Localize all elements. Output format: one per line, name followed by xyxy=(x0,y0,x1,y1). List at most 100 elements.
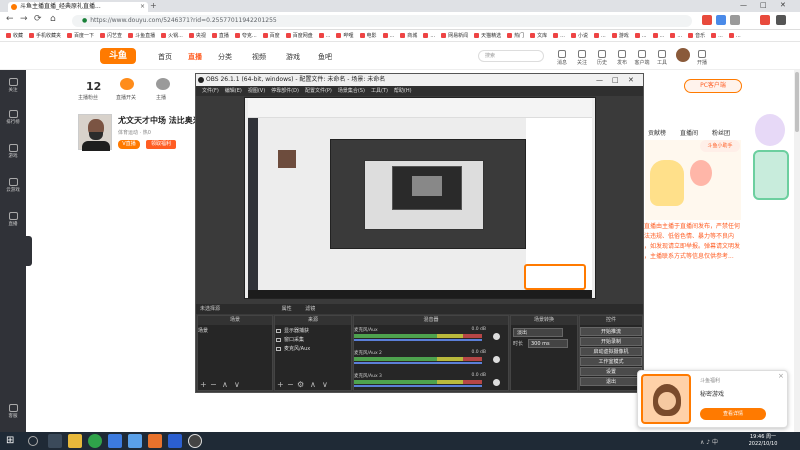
bookmark-item[interactable]: 夸克... xyxy=(234,30,257,41)
bookmark-item[interactable]: 火锅... xyxy=(161,30,183,41)
app-icon[interactable] xyxy=(128,434,142,448)
bookmark-item[interactable]: ... xyxy=(423,30,435,41)
bookmark-item[interactable]: 哔哩 xyxy=(336,30,354,41)
obs-taskbar-icon[interactable] xyxy=(188,434,202,448)
live-switch-icon[interactable] xyxy=(120,78,134,90)
menu-icon[interactable] xyxy=(776,15,786,25)
source-display-capture[interactable]: 显示器捕获 xyxy=(276,327,309,334)
source-window-capture[interactable]: 窗口采集 xyxy=(276,336,304,343)
search-icon[interactable] xyxy=(28,436,38,446)
nav-home[interactable]: 首页 xyxy=(158,52,172,62)
bookmark-item[interactable]: 网易新闻 xyxy=(441,30,468,41)
douyu-logo[interactable]: 斗鱼 xyxy=(100,48,136,64)
nav-live[interactable]: 直播 xyxy=(188,52,202,62)
user-avatar[interactable] xyxy=(676,48,690,62)
extension-icon[interactable] xyxy=(702,15,712,25)
duration-input[interactable]: 300 ms xyxy=(528,339,568,348)
nav-yuba[interactable]: 鱼吧 xyxy=(318,52,332,62)
obs-menu-item[interactable]: 帮助(H) xyxy=(394,88,412,94)
bookmark-item[interactable]: ... xyxy=(652,30,664,41)
bookmark-item[interactable]: 商城 xyxy=(400,30,417,41)
close-window-button[interactable]: ✕ xyxy=(780,1,786,9)
bookmark-item[interactable]: 直播 xyxy=(211,30,229,41)
bookmark-item[interactable]: ... xyxy=(634,30,647,41)
header-live-icon[interactable]: 开播 xyxy=(694,50,710,66)
bookmark-item[interactable]: ... xyxy=(318,30,330,41)
transition-select[interactable]: 淡出 xyxy=(513,328,563,337)
app-icon[interactable] xyxy=(168,434,182,448)
bookmark-item[interactable]: 文库 xyxy=(530,30,547,41)
sidebar-item-follow[interactable]: 关注 xyxy=(0,78,26,93)
bookmark-item[interactable]: 斗鱼直播 xyxy=(128,30,155,41)
minimize-button[interactable]: — xyxy=(740,1,747,9)
promo-card[interactable] xyxy=(753,150,789,200)
obs-menu-item[interactable]: 场景集合(S) xyxy=(338,88,365,94)
obs-menu-item[interactable]: 工具(T) xyxy=(371,88,388,94)
back-icon[interactable]: ← xyxy=(6,14,14,24)
sidebar-collapse-handle[interactable] xyxy=(26,236,32,266)
tab-close-icon[interactable]: × xyxy=(140,2,145,12)
nav-video[interactable]: 视频 xyxy=(252,52,266,62)
bookmark-item[interactable]: 游戏 xyxy=(611,30,629,41)
tab-contribution[interactable]: 贡献榜 xyxy=(648,128,666,137)
gear-icon[interactable] xyxy=(493,379,500,386)
obs-minimize-button[interactable]: — xyxy=(596,76,603,84)
notification-image[interactable] xyxy=(641,374,691,424)
header-tools-icon[interactable]: 工具 xyxy=(654,50,670,66)
extension-icon[interactable] xyxy=(730,15,740,25)
bookmark-item[interactable]: 收藏 xyxy=(6,30,23,41)
nav-category[interactable]: 分类 xyxy=(218,52,232,62)
nav-game[interactable]: 游戏 xyxy=(286,52,300,62)
bookmark-item[interactable]: ... xyxy=(711,30,723,41)
bookmark-item[interactable]: 小说 xyxy=(570,30,588,41)
sidebar-item-ranking[interactable]: 排行榜 xyxy=(0,110,26,125)
extension-icon[interactable] xyxy=(760,15,770,25)
remove-source-button[interactable]: − xyxy=(287,380,294,389)
settings-button[interactable]: 设置 xyxy=(580,367,642,376)
sidebar-item-cloud-game[interactable]: 云游戏 xyxy=(0,178,26,193)
header-message-icon[interactable]: 消息 xyxy=(554,50,570,66)
gear-icon[interactable] xyxy=(493,333,500,340)
bookmark-item[interactable]: 百度一下 xyxy=(67,30,94,41)
exit-button[interactable]: 退出 xyxy=(580,377,642,386)
close-icon[interactable]: × xyxy=(778,372,784,380)
bookmark-item[interactable]: 电影 xyxy=(359,30,377,41)
view-details-button[interactable]: 查看详情 xyxy=(700,408,766,420)
taskbar-clock[interactable]: 19:46 周一 2022/10/10 xyxy=(742,434,784,448)
streamer-icon[interactable] xyxy=(156,78,170,90)
reload-icon[interactable]: ⟳ xyxy=(34,14,42,24)
start-recording-button[interactable]: 开始录制 xyxy=(580,337,642,346)
browser-app-icon[interactable] xyxy=(88,434,102,448)
file-explorer-icon[interactable] xyxy=(68,434,82,448)
source-down-button[interactable]: ∨ xyxy=(322,380,328,389)
remove-scene-button[interactable]: − xyxy=(210,380,217,389)
bookmark-item[interactable]: ... xyxy=(382,30,394,41)
sidebar-item-game[interactable]: 游戏 xyxy=(0,144,26,159)
helper-bubble[interactable]: 斗鱼小助手 xyxy=(700,140,740,152)
studio-mode-button[interactable]: 工作室模式 xyxy=(580,357,642,366)
virtual-camera-button[interactable]: 启动虚拟摄像机 xyxy=(580,347,642,356)
app-icon[interactable] xyxy=(108,434,122,448)
tab-live-room[interactable]: 直播间 xyxy=(680,128,698,137)
obs-maximize-button[interactable]: □ xyxy=(612,76,619,84)
system-tray[interactable]: ∧ ♪ 中 xyxy=(700,437,718,446)
bookmark-item[interactable]: 闪艺查 xyxy=(100,30,122,41)
scene-up-button[interactable]: ∧ xyxy=(222,380,228,389)
header-history-icon[interactable]: 历史 xyxy=(594,50,610,66)
source-mic[interactable]: 麦克风/Aux xyxy=(276,345,310,352)
bookmark-item[interactable]: ... xyxy=(670,30,682,41)
obs-menu-item[interactable]: 停靠部件(D) xyxy=(271,88,299,94)
obs-close-button[interactable]: ✕ xyxy=(628,76,634,84)
home-icon[interactable]: ⌂ xyxy=(50,14,56,24)
streamer-avatar[interactable] xyxy=(78,114,112,151)
source-up-button[interactable]: ∧ xyxy=(310,380,316,389)
bookmark-item[interactable]: 天猫精选 xyxy=(474,30,501,41)
bookmark-item[interactable]: ... xyxy=(728,30,741,41)
tab-fan-group[interactable]: 粉丝团 xyxy=(712,128,730,137)
bookmark-item[interactable]: 热门 xyxy=(507,30,524,41)
extension-icon[interactable] xyxy=(716,15,726,25)
bookmark-item[interactable]: 央视 xyxy=(188,30,206,41)
scene-item[interactable]: 场景 xyxy=(198,327,208,334)
start-streaming-button[interactable]: 开始推流 xyxy=(580,327,642,336)
sidebar-item-live[interactable]: 直播 xyxy=(0,212,26,227)
